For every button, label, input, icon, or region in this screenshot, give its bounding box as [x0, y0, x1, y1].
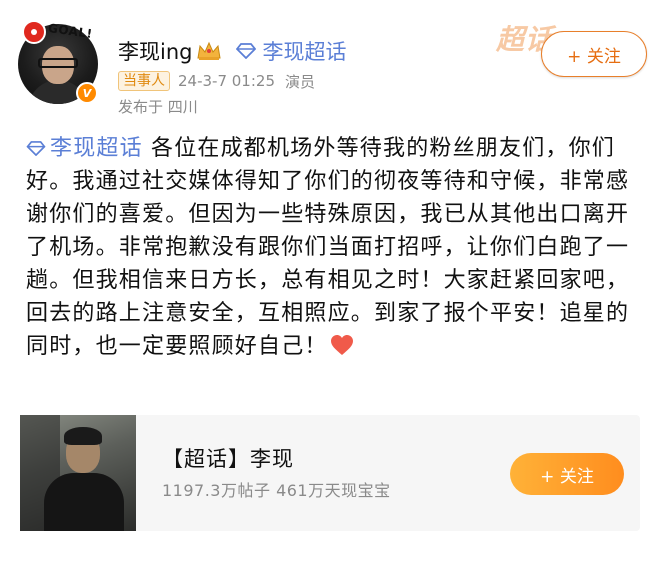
follow-button[interactable]: + 关注	[541, 31, 647, 77]
heart-icon	[330, 335, 353, 355]
avatar-pendant: GOAL!	[22, 18, 102, 44]
verified-icon: V	[76, 82, 98, 104]
diamond-icon	[26, 141, 46, 156]
supertopic-follow-button[interactable]: + 关注	[510, 453, 624, 495]
avatar-pendant-text: GOAL!	[47, 20, 94, 42]
post-location: 发布于 四川	[118, 98, 198, 116]
glasses-icon	[38, 58, 78, 68]
user-role: 演员	[285, 72, 316, 91]
supertopic-title: 【超话】李现	[162, 447, 294, 471]
name-row: 李现ing 李现超话	[118, 36, 346, 66]
post-timestamp: 24-3-7 01:25	[178, 72, 275, 90]
diamond-icon	[236, 43, 257, 59]
cover-figure-body	[44, 473, 124, 531]
post-text: 各位在成都机场外等待我的粉丝朋友们，你们好。我通过社交媒体得知了你们的彻夜等待和…	[26, 136, 630, 359]
inline-topic-label: 李现超话	[50, 136, 143, 161]
post-body: 李现超话 各位在成都机场外等待我的粉丝朋友们，你们好。我通过社交媒体得知了你们的…	[26, 132, 640, 363]
meta-row: 当事人 24-3-7 01:25 演员	[118, 70, 315, 92]
avatar[interactable]: GOAL! V	[18, 18, 100, 104]
supertopic-stats: 1197.3万帖子 461万天现宝宝	[162, 481, 391, 500]
supertopic-cover-image	[20, 415, 136, 531]
topic-link-label: 李现超话	[262, 40, 347, 64]
post-header: GOAL! V 李现ing 李现超话 当事人 24-3-7 01:25 演员 发…	[0, 0, 660, 120]
topic-link[interactable]: 李现超话	[236, 36, 346, 66]
crown-icon	[196, 40, 222, 62]
inline-topic-link[interactable]: 李现超话	[26, 136, 143, 161]
user-name[interactable]: 李现ing	[118, 36, 192, 66]
flower-icon	[22, 20, 46, 44]
status-badge: 当事人	[118, 71, 170, 91]
supertopic-card[interactable]: 【超话】李现 1197.3万帖子 461万天现宝宝 + 关注	[20, 415, 640, 531]
cover-figure-hair	[64, 427, 102, 445]
